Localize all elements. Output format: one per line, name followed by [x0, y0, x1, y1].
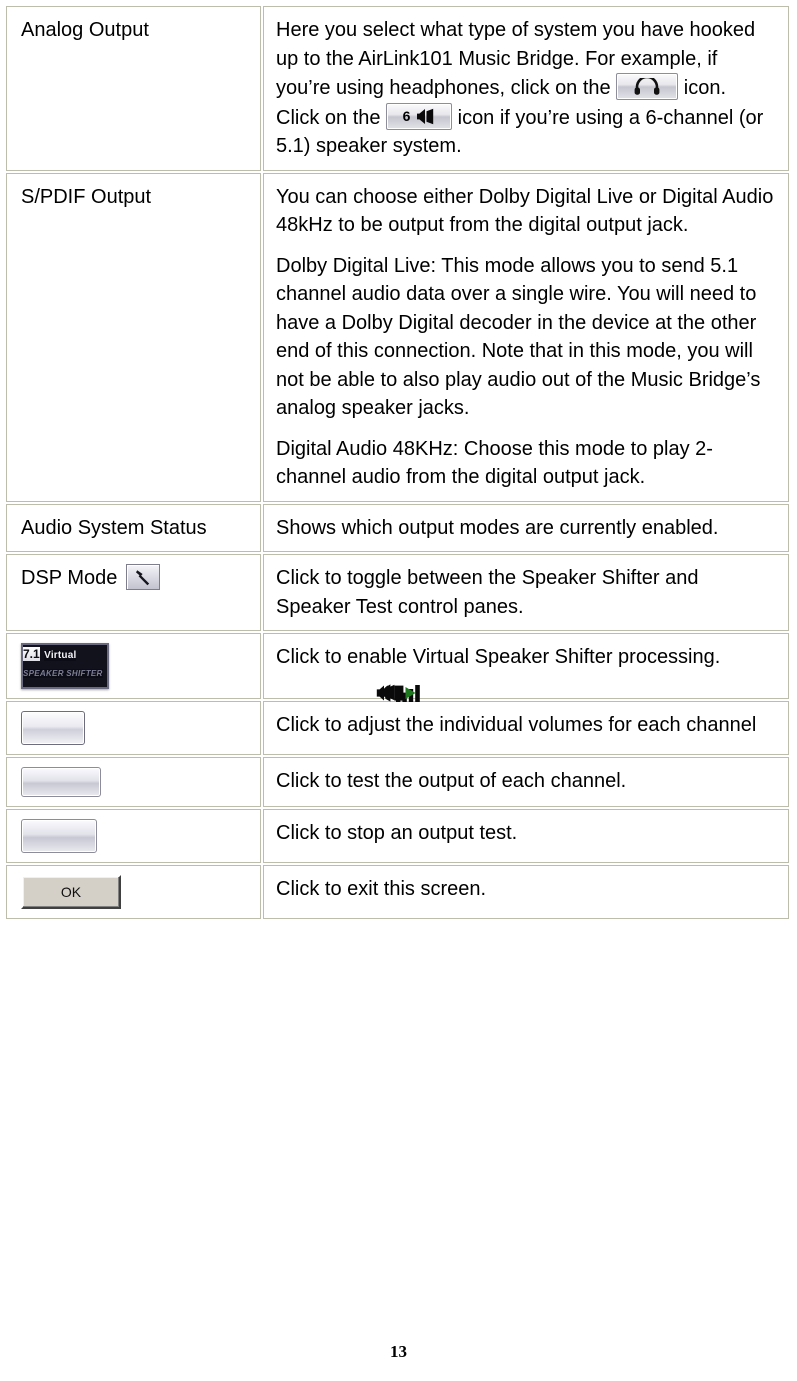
stop-button-icon[interactable] — [21, 685, 403, 853]
ok-button-label: OK — [60, 884, 82, 900]
page-number: 13 — [390, 1342, 407, 1361]
stop-square-icon — [393, 685, 403, 701]
table-row: Click to stop an output test. — [6, 685, 789, 863]
ok-button-icon[interactable]: OK — [21, 875, 121, 909]
document-page: Analog Output Here you select what type … — [0, 4, 797, 1381]
row-icon-cell-speaker-test-stop — [6, 685, 403, 863]
feature-description-table: Analog Output Here you select what type … — [4, 4, 791, 921]
